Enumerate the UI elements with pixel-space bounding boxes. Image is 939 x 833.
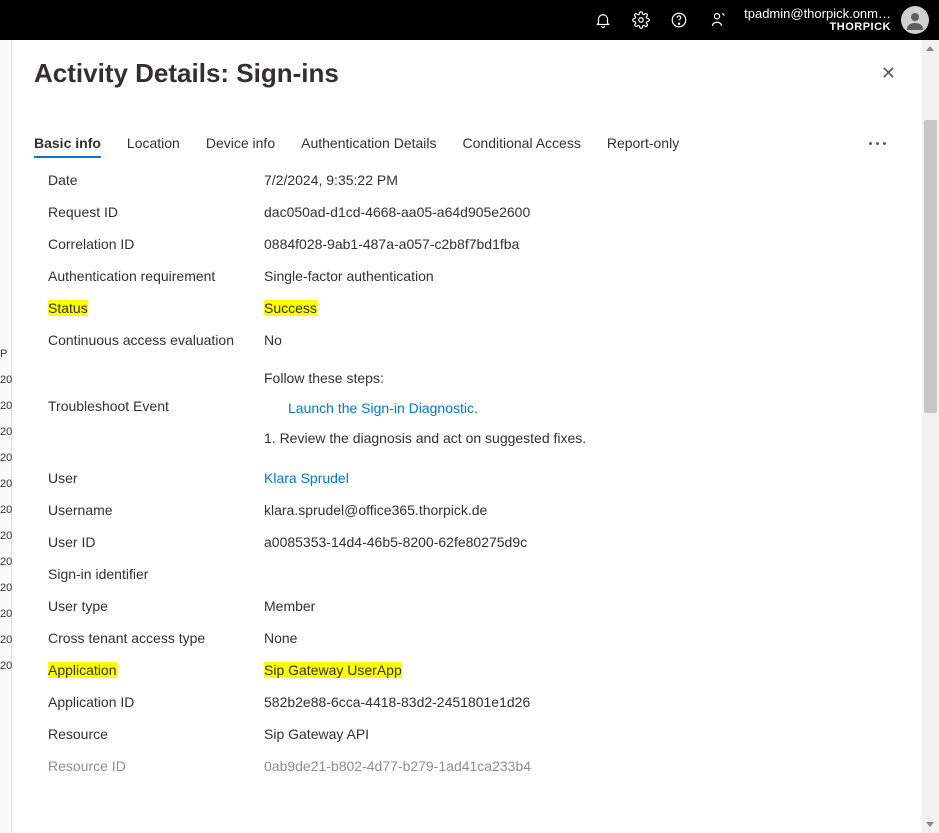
value-auth-requirement: Single-factor authentication [264, 268, 900, 284]
value-application-id: 582b2e88-6cca-4418-83d2-2451801e1d26 [264, 694, 900, 710]
left-num: 20 [0, 374, 11, 386]
value-cae: No [264, 332, 900, 348]
tab-conditional-access[interactable]: Conditional Access [463, 129, 581, 157]
left-num: 20 [0, 608, 11, 620]
label-resource-id: Resource ID [48, 758, 264, 774]
value-request-id: dac050ad-d1cd-4668-aa05-a64d905e2600 [264, 204, 900, 220]
label-cross-tenant: Cross tenant access type [48, 630, 264, 646]
value-resource-id: 0ab9de21-b802-4d77-b279-1ad41ca233b4 [264, 758, 900, 774]
label-status: Status [48, 300, 264, 316]
left-num: 20 [0, 660, 11, 672]
close-button[interactable]: ✕ [877, 59, 900, 88]
value-status: Success [264, 300, 900, 316]
value-username: klara.sprudel@office365.thorpick.de [264, 502, 900, 518]
label-correlation-id: Correlation ID [48, 236, 264, 252]
label-signin-identifier: Sign-in identifier [48, 566, 264, 582]
label-user: User [48, 470, 264, 486]
settings-icon[interactable] [622, 0, 660, 40]
value-cross-tenant: None [264, 630, 900, 646]
tab-basic-info[interactable]: Basic info [34, 129, 101, 157]
avatar[interactable] [901, 6, 929, 34]
feedback-icon[interactable] [698, 0, 736, 40]
left-num: 20 [0, 400, 11, 412]
user-tenant: THORPICK [744, 21, 891, 33]
left-num: 20 [0, 530, 11, 542]
help-icon[interactable] [660, 0, 698, 40]
tab-device-info[interactable]: Device info [206, 129, 275, 157]
user-block[interactable]: tpadmin@thorpick.onm… THORPICK [744, 7, 891, 33]
label-username: Username [48, 502, 264, 518]
left-num: 20 [0, 426, 11, 438]
label-resource: Resource [48, 726, 264, 742]
tabs: Basic info Location Device info Authenti… [34, 129, 900, 158]
label-application-id: Application ID [48, 694, 264, 710]
troubleshoot-step-1: 1. Review the diagnosis and act on sugge… [264, 430, 900, 446]
label-user-type: User type [48, 598, 264, 614]
left-num: P [0, 348, 11, 360]
value-user-type: Member [264, 598, 900, 614]
left-num: 20 [0, 556, 11, 568]
panel-title: Activity Details: Sign-ins [34, 58, 877, 89]
value-user-link[interactable]: Klara Sprudel [264, 470, 900, 486]
left-num: 20 [0, 478, 11, 490]
vertical-scrollbar[interactable] [922, 40, 939, 833]
label-date: Date [48, 172, 264, 188]
value-correlation-id: 0884f028-9ab1-487a-a057-c2b8f7bd1fba [264, 236, 900, 252]
value-date: 7/2/2024, 9:35:22 PM [264, 172, 900, 188]
label-user-id: User ID [48, 534, 264, 550]
value-application: Sip Gateway UserApp [264, 662, 900, 678]
label-application: Application [48, 662, 264, 678]
left-fragment: P 20 20 20 20 20 20 20 20 20 20 20 20 [0, 40, 12, 833]
tab-report-only[interactable]: Report-only [607, 129, 679, 157]
notifications-icon[interactable] [584, 0, 622, 40]
details-list: Date 7/2/2024, 9:35:22 PM Request ID dac… [34, 172, 900, 774]
details-panel: Activity Details: Sign-ins ✕ Basic info … [12, 40, 922, 833]
user-email: tpadmin@thorpick.onm… [744, 7, 891, 21]
label-troubleshoot: Troubleshoot Event [48, 370, 264, 414]
left-num: 20 [0, 504, 11, 516]
launch-diagnostic-link[interactable]: Launch the Sign-in Diagnostic. [288, 400, 900, 416]
tab-auth-details[interactable]: Authentication Details [301, 129, 436, 157]
label-auth-requirement: Authentication requirement [48, 268, 264, 284]
tab-overflow-button[interactable] [863, 138, 892, 149]
left-num: 20 [0, 634, 11, 646]
left-num: 20 [0, 452, 11, 464]
topbar: tpadmin@thorpick.onm… THORPICK [0, 0, 939, 40]
scrollbar-thumb[interactable] [924, 120, 937, 413]
value-resource: Sip Gateway API [264, 726, 900, 742]
left-num: 20 [0, 582, 11, 594]
value-user-id: a0085353-14d4-46b5-8200-62fe80275d9c [264, 534, 900, 550]
value-troubleshoot: Follow these steps: Launch the Sign-in D… [264, 370, 900, 446]
label-request-id: Request ID [48, 204, 264, 220]
label-cae: Continuous access evaluation [48, 332, 264, 348]
tab-location[interactable]: Location [127, 129, 180, 157]
troubleshoot-header: Follow these steps: [264, 370, 384, 386]
